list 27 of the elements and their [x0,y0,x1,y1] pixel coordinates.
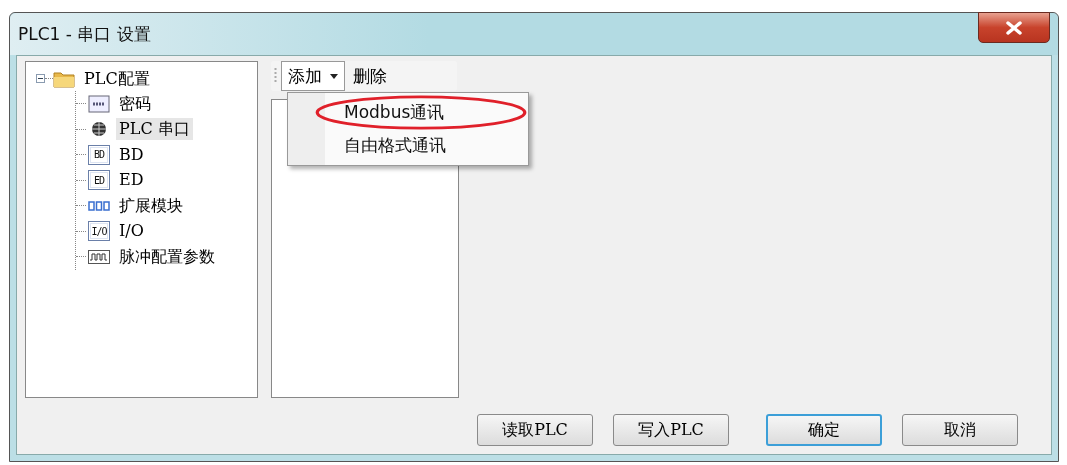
collapse-toggle[interactable] [36,74,45,83]
dialog-button[interactable]: 取消 [902,414,1018,446]
pulse-icon [88,247,110,266]
tree-item[interactable]: ED [116,169,147,192]
tree-item[interactable]: 扩展模块 [116,194,186,217]
dialog-button[interactable]: 确定 [766,414,882,446]
delete-button[interactable]: 删除 [349,64,391,88]
dialog-button[interactable]: 读取PLC [477,414,593,446]
module-label-icon: BD [88,144,110,165]
menu-item[interactable]: Modbus通讯 [288,96,528,129]
close-button[interactable] [978,12,1050,43]
tree-item[interactable]: I/O [116,220,147,243]
folder-icon [53,69,75,88]
tree-item[interactable]: 脉冲配置参数 [116,245,218,268]
tree-item[interactable]: BD [116,143,147,166]
close-icon [1005,20,1023,35]
tree-item[interactable]: 密码 [116,92,154,115]
tree-item[interactable]: PLC 串口 [116,118,193,141]
window-title: PLC1 - 串口 设置 [18,22,151,46]
menu-item[interactable]: 自由格式通讯 [288,129,528,162]
tree-item[interactable]: PLC配置 [81,67,153,90]
dialog-button[interactable]: 写入PLC [613,414,729,446]
caret-icon [330,73,338,79]
module-label-icon: ED [88,170,110,191]
module-label-icon: I/O [88,221,110,242]
password-icon [88,94,110,113]
add-dropdown-button[interactable]: 添加 [281,61,345,91]
